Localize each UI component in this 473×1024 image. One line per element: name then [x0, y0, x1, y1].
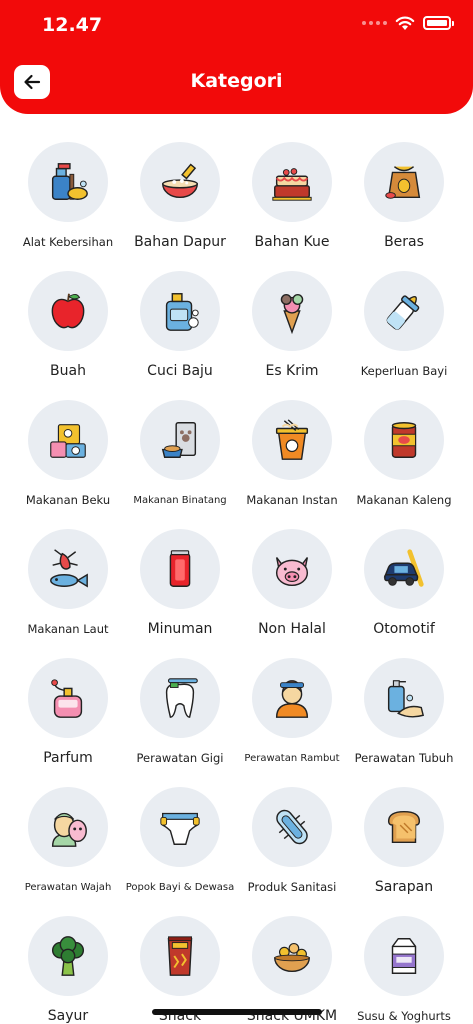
category-sarapan[interactable]: Sarapan: [348, 787, 460, 916]
category-label: Keperluan Bayi: [360, 364, 448, 378]
category-label: Popok Bayi & Dewasa: [125, 881, 235, 893]
category-parfum[interactable]: Parfum: [12, 658, 124, 787]
category-perawatan-wajah[interactable]: Perawatan Wajah: [12, 787, 124, 916]
category-label: Perawatan Gigi: [136, 751, 224, 765]
face-mask-icon: [51, 812, 87, 847]
perfume-icon: [51, 679, 83, 718]
cellular-signal-icon: [362, 21, 387, 25]
status-time: 12.47: [42, 14, 103, 36]
category-label: Otomotif: [373, 621, 435, 637]
category-es-krim[interactable]: Es Krim: [236, 271, 348, 400]
app-header: 12.47 Kategori: [0, 0, 473, 114]
category-produk-sanitasi[interactable]: Produk Sanitasi: [236, 787, 348, 916]
category-label: Minuman: [147, 621, 213, 637]
canned-food-icon: [391, 422, 417, 458]
broccoli-icon: [51, 936, 85, 976]
category-label: Sayur: [47, 1008, 89, 1024]
category-otomotif[interactable]: Otomotif: [348, 529, 460, 658]
cleaning-tools-icon: [51, 163, 88, 200]
category-makanan-beku[interactable]: Makanan Beku: [12, 400, 124, 529]
category-keperluan-bayi[interactable]: Keperluan Bayi: [348, 271, 460, 400]
cake-icon: [272, 168, 312, 201]
pet-food-icon: [161, 422, 197, 458]
category-label: Buah: [50, 363, 86, 379]
category-beras[interactable]: Beras: [348, 142, 460, 271]
category-snack-umkm[interactable]: Snack UMKM: [236, 916, 348, 1024]
home-indicator: [152, 1009, 322, 1015]
category-grid: Alat Kebersihan Bahan Dapur Bahan Kue Be…: [12, 142, 460, 1024]
category-non-halal[interactable]: Non Halal: [236, 529, 348, 658]
status-icons: [362, 15, 454, 31]
category-sayur[interactable]: Sayur: [12, 916, 124, 1024]
category-label: Produk Sanitasi: [247, 880, 337, 894]
body-soap-icon: [387, 680, 425, 718]
category-bahan-dapur[interactable]: Bahan Dapur: [124, 142, 236, 271]
rice-sack-icon: [385, 166, 421, 199]
category-label: Bahan Kue: [254, 234, 330, 250]
frozen-food-icon: [50, 424, 86, 458]
detergent-icon: [165, 293, 199, 331]
category-label: Makanan Laut: [27, 622, 109, 636]
category-label: Bahan Dapur: [134, 234, 226, 250]
page-title: Kategori: [190, 70, 283, 92]
tooth-icon: [165, 678, 198, 718]
category-popok-bayi-dewasa[interactable]: Popok Bayi & Dewasa: [124, 787, 236, 916]
category-label: Es Krim: [265, 363, 319, 379]
seafood-icon: [50, 549, 88, 588]
category-minuman[interactable]: Minuman: [124, 529, 236, 658]
car-wrench-icon: [383, 549, 424, 587]
category-bahan-kue[interactable]: Bahan Kue: [236, 142, 348, 271]
category-buah[interactable]: Buah: [12, 271, 124, 400]
sanitary-pad-icon: [276, 809, 308, 845]
wifi-icon: [395, 16, 415, 30]
category-makanan-laut[interactable]: Makanan Laut: [12, 529, 124, 658]
category-label: Beras: [384, 234, 424, 250]
ice-cream-icon: [280, 293, 304, 334]
category-alat-kebersihan[interactable]: Alat Kebersihan: [12, 142, 124, 271]
category-perawatan-tubuh[interactable]: Perawatan Tubuh: [348, 658, 460, 787]
category-makanan-instan[interactable]: Makanan Instan: [236, 400, 348, 529]
hair-care-icon: [275, 680, 309, 718]
apple-icon: [51, 293, 85, 329]
milk-carton-icon: [391, 938, 417, 974]
baby-bottle-icon: [386, 295, 420, 330]
category-susu-yoghurts[interactable]: Susu & Yoghurts: [348, 916, 460, 1024]
category-label: Alat Kebersihan: [22, 235, 114, 249]
category-snack[interactable]: Snack: [124, 916, 236, 1024]
category-cuci-baju[interactable]: Cuci Baju: [124, 271, 236, 400]
toast-icon: [387, 810, 421, 844]
snack-bag-icon: [167, 936, 193, 976]
category-label: Sarapan: [374, 879, 434, 895]
category-label: Parfum: [43, 750, 93, 766]
category-label: Non Halal: [258, 621, 326, 637]
category-label: Makanan Binatang: [133, 494, 227, 506]
category-label: Perawatan Tubuh: [354, 751, 454, 765]
soda-can-icon: [169, 550, 191, 587]
category-perawatan-rambut[interactable]: Perawatan Rambut: [236, 658, 348, 787]
battery-icon: [423, 16, 454, 30]
category-makanan-kaleng[interactable]: Makanan Kaleng: [348, 400, 460, 529]
snack-bowl-icon: [274, 942, 310, 973]
category-label: Susu & Yoghurts: [357, 1009, 451, 1023]
instant-noodle-icon: [275, 419, 309, 460]
category-makanan-binatang[interactable]: Makanan Binatang: [124, 400, 236, 529]
category-label: Makanan Instan: [246, 493, 338, 507]
category-perawatan-gigi[interactable]: Perawatan Gigi: [124, 658, 236, 787]
pig-icon: [275, 557, 309, 587]
category-label: Makanan Beku: [25, 493, 111, 507]
category-label: Cuci Baju: [147, 363, 213, 379]
category-label: Perawatan Wajah: [24, 881, 112, 893]
category-label: Perawatan Rambut: [244, 752, 340, 764]
category-label: Makanan Kaleng: [356, 493, 452, 507]
kitchen-bowl-icon: [162, 163, 198, 199]
diaper-icon: [160, 812, 200, 845]
